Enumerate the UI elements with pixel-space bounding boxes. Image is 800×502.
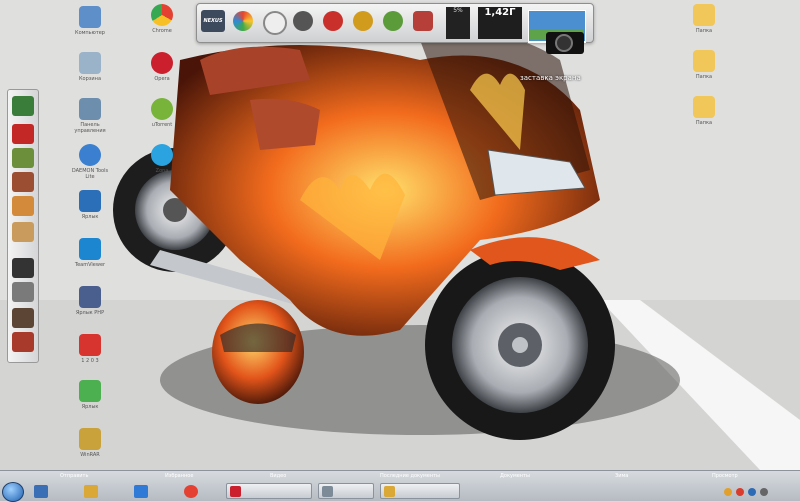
desktop-icon-tool-red[interactable]: 1 2 0 3	[68, 334, 112, 364]
house-icon[interactable]	[12, 172, 34, 192]
app-green-icon[interactable]	[383, 11, 403, 31]
nexus-logo[interactable]: NEXUS	[201, 10, 225, 32]
desktop-icon-app-green[interactable]: Ярлык	[68, 380, 112, 410]
utorrent-icon	[151, 98, 173, 120]
app-gold-icon[interactable]	[353, 11, 373, 31]
app-icon	[322, 486, 333, 497]
toolbar-label[interactable]: Отправить	[60, 473, 88, 479]
explorer-icon[interactable]	[84, 485, 98, 498]
lamp-icon[interactable]	[12, 332, 34, 352]
color-wheel-icon[interactable]	[233, 11, 253, 31]
pc-icon[interactable]	[12, 258, 34, 278]
toolbar-label[interactable]: Последние документы	[380, 473, 440, 479]
memory-meter: 1,42Г	[478, 7, 522, 39]
taskbar-app-folder[interactable]	[380, 483, 460, 499]
desktop-icon-computer[interactable]: Компьютер	[68, 6, 112, 36]
desktop-icon-folder-3[interactable]: Папка	[682, 96, 726, 126]
tv-icon[interactable]	[12, 96, 34, 116]
squirrel-icon[interactable]	[12, 196, 34, 216]
desktop-icon-network[interactable]: Панель управления	[68, 98, 112, 134]
taskbar-app-opera[interactable]	[226, 483, 312, 499]
folder-icon	[384, 486, 395, 497]
taskbar: Отправить Избранное Видео Последние доку…	[0, 470, 800, 502]
tray-icon[interactable]	[736, 488, 744, 496]
start-button[interactable]	[2, 482, 24, 502]
side-dock	[7, 89, 39, 363]
opera-icon	[151, 52, 173, 74]
desktop-icon-opera[interactable]: Opera	[140, 52, 184, 82]
tray-icon[interactable]	[724, 488, 732, 496]
chrome-icon	[151, 4, 173, 26]
teamviewer-icon	[79, 238, 101, 260]
volume-icon[interactable]	[760, 488, 768, 496]
desktop-icon-chrome[interactable]: Chrome	[140, 4, 184, 34]
clock-icon[interactable]	[263, 11, 287, 35]
desktop-wallpaper	[0, 0, 800, 470]
network-icon	[79, 98, 101, 120]
recycle-bin-icon	[79, 52, 101, 74]
folder-icon	[693, 50, 715, 72]
desktop-icon-php[interactable]: Ярлык PHP	[68, 286, 112, 316]
settings-icon[interactable]	[293, 11, 313, 31]
memory-value: 1,42Г	[484, 7, 516, 18]
app-s-icon[interactable]	[12, 124, 34, 144]
chrome-icon[interactable]	[184, 485, 198, 498]
desktop-icon-utorrent[interactable]: uTorrent	[140, 98, 184, 128]
folder-icon	[693, 4, 715, 26]
zona-icon	[151, 144, 173, 166]
toolbar-label[interactable]: Документы	[500, 473, 530, 479]
desktop-icon-teamviewer[interactable]: TeamViewer	[68, 238, 112, 268]
cpu-value: 5%	[453, 7, 463, 14]
desktop-icon-folder-1[interactable]: Папка	[682, 4, 726, 34]
hat-icon[interactable]	[12, 308, 34, 328]
ie-icon[interactable]	[34, 485, 48, 498]
folder-icon	[693, 96, 715, 118]
toolbar-label[interactable]: Избранное	[165, 473, 193, 479]
tray-icon[interactable]	[748, 488, 756, 496]
monitor-icon	[79, 190, 101, 212]
lightning-icon	[79, 144, 101, 166]
php-icon	[79, 286, 101, 308]
taskbar-app[interactable]	[318, 483, 374, 499]
character-icon[interactable]	[12, 222, 34, 242]
taskbar-toolbar-labels: Отправить Избранное Видео Последние доку…	[0, 471, 800, 483]
photo-gadget[interactable]	[527, 9, 587, 54]
desktop-icon-recycle-bin[interactable]: Корзина	[68, 52, 112, 82]
app-green-icon	[79, 380, 101, 402]
desktop-icon-folder-2[interactable]: Папка	[682, 50, 726, 80]
desktop-icon-daemon-tools[interactable]: DAEMON Tools Lite	[68, 144, 112, 180]
system-clock[interactable]	[772, 483, 800, 499]
desktop-icon-zona[interactable]: Zona	[140, 144, 184, 174]
cpu-meter: 5%	[446, 7, 470, 39]
tree-icon[interactable]	[12, 148, 34, 168]
skype-icon[interactable]	[134, 485, 148, 498]
toolbar-label[interactable]: Зима	[615, 473, 628, 479]
desktop-icon-winrar[interactable]: WinRAR	[68, 428, 112, 458]
toolbar-label[interactable]: Видео	[270, 473, 286, 479]
app-dark-red-icon[interactable]	[413, 11, 433, 31]
desktop-icon-monitor[interactable]: Ярлык	[68, 190, 112, 220]
tool-red-icon	[79, 334, 101, 356]
winrar-icon	[79, 428, 101, 450]
computer-icon	[79, 6, 101, 28]
opera-icon	[230, 486, 241, 497]
phone-icon[interactable]	[12, 282, 34, 302]
toolbar-label[interactable]: Просмотр	[712, 473, 738, 479]
gadget-caption: заставка экрана	[520, 74, 581, 82]
app-red-icon[interactable]	[323, 11, 343, 31]
